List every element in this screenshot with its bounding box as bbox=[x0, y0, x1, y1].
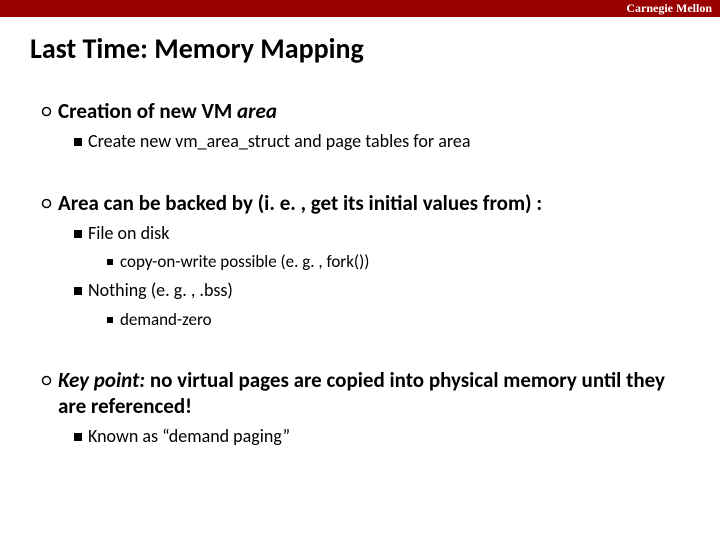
slide-title: Last Time: Memory Mapping bbox=[0, 17, 720, 74]
solid-square-icon bbox=[68, 425, 88, 441]
solid-square-icon bbox=[68, 222, 88, 238]
bullet-l2-text: Known as “demand paging” bbox=[88, 425, 290, 448]
bullet-l2-text: Nothing (e. g. , .bss) bbox=[88, 279, 233, 302]
bullet-l2: Known as “demand paging” bbox=[68, 425, 686, 448]
bullet-l1: Creation of new VM area bbox=[34, 98, 686, 124]
bullet-l3-text: demand-zero bbox=[120, 309, 212, 331]
bullet-l1: Area can be backed by (i. e. , get its i… bbox=[34, 190, 686, 216]
spacer bbox=[34, 331, 686, 353]
small-square-icon bbox=[100, 251, 120, 265]
brand-text: Carnegie Mellon bbox=[626, 1, 712, 15]
brand-banner: Carnegie Mellon bbox=[0, 0, 720, 17]
text-italic: area bbox=[237, 98, 277, 124]
bullet-l1-text: Area can be backed by (i. e. , get its i… bbox=[58, 190, 542, 216]
slide: Carnegie Mellon Last Time: Memory Mappin… bbox=[0, 0, 720, 540]
slide-content: Creation of new VM area Create new vm_ar… bbox=[0, 74, 720, 449]
text-plain: no virtual pages are copied into physica… bbox=[58, 367, 665, 419]
hollow-circle-icon bbox=[34, 190, 58, 209]
hollow-circle-icon bbox=[34, 367, 58, 386]
bullet-l2-text: File on disk bbox=[88, 222, 169, 245]
small-square-icon bbox=[100, 309, 120, 323]
bullet-l3: demand-zero bbox=[100, 309, 686, 331]
text-italic: Key point: bbox=[58, 367, 145, 393]
bullet-l3-text: copy-on-write possible (e. g. , fork()) bbox=[120, 251, 369, 273]
bullet-l1-text: Key point: no virtual pages are copied i… bbox=[58, 367, 686, 420]
bullet-l1-text: Creation of new VM area bbox=[58, 98, 277, 124]
bullet-l2: Create new vm_area_struct and page table… bbox=[68, 130, 686, 153]
bullet-l1: Key point: no virtual pages are copied i… bbox=[34, 367, 686, 420]
bullet-l3: copy-on-write possible (e. g. , fork()) bbox=[100, 251, 686, 273]
bullet-l2: File on disk bbox=[68, 222, 686, 245]
text-plain: Creation of new VM bbox=[58, 98, 237, 124]
bullet-l2-text: Create new vm_area_struct and page table… bbox=[88, 130, 470, 153]
spacer bbox=[34, 154, 686, 176]
solid-square-icon bbox=[68, 130, 88, 146]
hollow-circle-icon bbox=[34, 98, 58, 117]
solid-square-icon bbox=[68, 279, 88, 295]
bullet-l2: Nothing (e. g. , .bss) bbox=[68, 279, 686, 302]
